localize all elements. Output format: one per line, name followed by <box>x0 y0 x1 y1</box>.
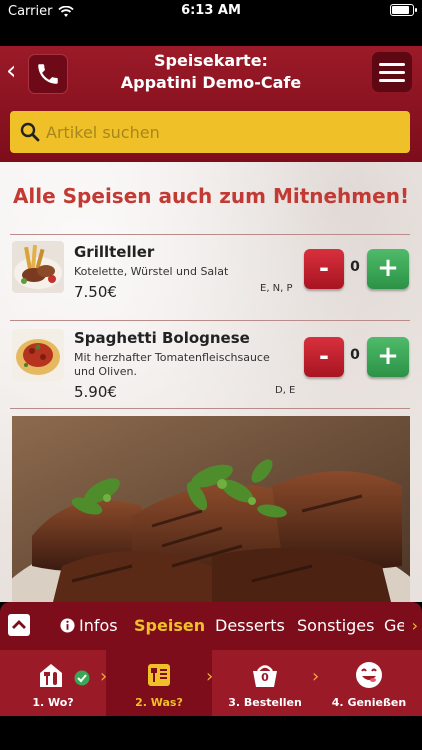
search-bar[interactable] <box>10 111 410 153</box>
decrease-quantity-button[interactable]: - <box>304 337 344 377</box>
title-line-1: Speisekarte: <box>154 51 268 70</box>
tab-label: Infos <box>79 616 118 635</box>
search-icon <box>20 122 40 142</box>
food-banner-image <box>12 416 410 602</box>
battery-icon <box>390 4 417 16</box>
tab-sonstiges[interactable]: Sonstiges <box>297 616 374 635</box>
menu-icon <box>148 664 170 686</box>
increase-quantity-button[interactable]: + <box>367 249 409 289</box>
check-icon <box>74 670 90 686</box>
allergen-codes: E, N, P <box>260 283 293 294</box>
scroll-right-chevron-icon[interactable]: › <box>412 616 418 635</box>
app-header: ‹ Speisekarte: Appatini Demo-Cafe <box>0 46 422 162</box>
step-label: 4. Genießen <box>331 696 407 709</box>
status-bar: Carrier 6:13 AM <box>0 0 422 46</box>
menu-item[interactable]: Grillteller Kotelette, Würstel und Salat… <box>10 234 410 306</box>
menu-content[interactable]: Alle Speisen auch zum Mitnehmen! Grillte… <box>0 162 422 602</box>
tab-infos[interactable]: Infos <box>60 616 118 635</box>
back-chevron-icon[interactable]: ‹ <box>6 56 22 86</box>
dish-thumbnail <box>12 241 64 293</box>
quantity-value: 0 <box>350 347 360 363</box>
collapse-tabs-button[interactable] <box>8 614 30 636</box>
step-order[interactable]: 0 3. Bestellen <box>212 650 318 716</box>
call-button[interactable] <box>28 54 68 94</box>
dish-description: Kotelette, Würstel und Salat <box>74 265 229 278</box>
list-divider <box>10 408 410 409</box>
promo-heading: Alle Speisen auch zum Mitnehmen! <box>12 184 410 208</box>
info-icon <box>60 618 75 633</box>
dish-price: 7.50€ <box>74 283 117 301</box>
page-title: Speisekarte: Appatini Demo-Cafe <box>80 50 342 94</box>
clock: 6:13 AM <box>181 3 241 18</box>
hamburger-bar <box>379 78 405 82</box>
step-label: 2. Was? <box>135 696 183 709</box>
increase-quantity-button[interactable]: + <box>367 337 409 377</box>
home-indicator-area <box>0 716 422 750</box>
tab-getraenke[interactable]: Ge <box>384 616 404 635</box>
hamburger-menu-button[interactable] <box>372 52 412 92</box>
step-enjoy[interactable]: 4. Genießen <box>316 650 422 716</box>
step-label: 3. Bestellen <box>228 696 302 709</box>
search-input[interactable] <box>46 122 386 142</box>
decrease-quantity-button[interactable]: - <box>304 249 344 289</box>
dish-price: 5.90€ <box>74 383 117 401</box>
allergen-codes: D, E <box>275 385 296 396</box>
restaurant-icon <box>40 664 62 687</box>
quantity-value: 0 <box>350 259 360 275</box>
dish-name: Grillteller <box>74 243 155 261</box>
dish-name: Spaghetti Bolognese <box>74 329 250 347</box>
smiley-icon <box>356 662 382 688</box>
category-tab-bar: Infos Speisen Desserts Sonstiges Ge › <box>0 602 422 650</box>
chevron-up-icon <box>12 620 26 629</box>
dish-description: Mit herzhafter Tomatenfleischsauce und O… <box>74 351 270 378</box>
phone-icon <box>38 64 58 84</box>
basket-count-badge: 0 <box>261 671 269 684</box>
step-label: 1. Wo? <box>32 696 74 709</box>
tab-speisen[interactable]: Speisen <box>134 616 205 635</box>
title-line-2: Appatini Demo-Cafe <box>120 73 302 92</box>
menu-item[interactable]: Spaghetti Bolognese Mit herzhafter Tomat… <box>10 320 410 408</box>
dish-thumbnail <box>12 329 64 381</box>
step-where[interactable]: 1. Wo? <box>0 650 106 716</box>
order-steps-bar: 1. Wo? › 2. Was? › 0 3. Bestellen › 4. G… <box>0 650 422 716</box>
step-what[interactable]: 2. Was? <box>106 650 212 716</box>
tab-desserts[interactable]: Desserts <box>215 616 285 635</box>
hamburger-bar <box>379 62 405 66</box>
hamburger-bar <box>379 70 405 74</box>
